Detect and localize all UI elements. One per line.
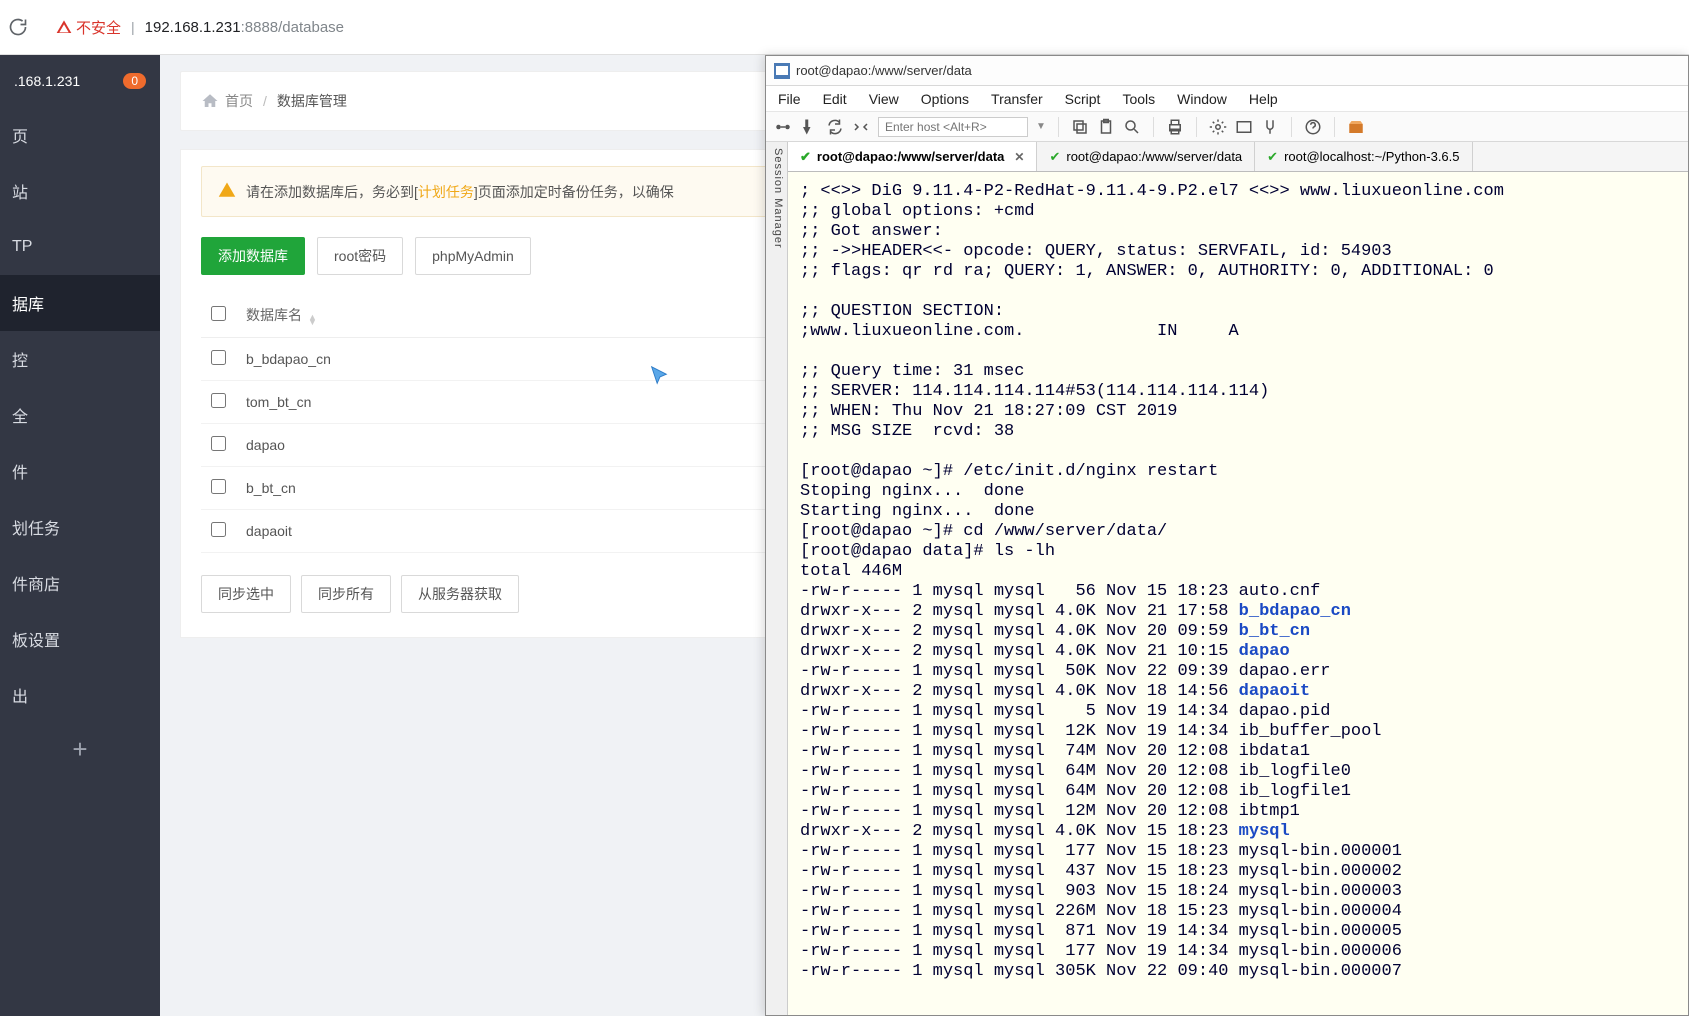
menu-item[interactable]: Help [1249,91,1278,107]
sidebar-item[interactable]: 站 [0,163,160,219]
disconnect-icon[interactable] [852,118,870,136]
phpmyadmin-button[interactable]: phpMyAdmin [415,237,531,275]
paste-icon[interactable] [1097,118,1115,136]
host-input[interactable] [878,117,1028,137]
check-icon: ✔ [1049,149,1060,165]
alert-text-after: ]页面添加定时备份任务，以确保 [474,182,674,202]
sidebar-item[interactable]: 件商店 [0,555,160,611]
close-icon[interactable]: ✕ [1014,150,1024,164]
sidebar-item[interactable]: 全 [0,387,160,443]
sidebar-item[interactable]: 板设置 [0,611,160,667]
breadcrumb-sep: / [263,93,267,109]
check-icon: ✔ [800,149,811,165]
sidebar-item[interactable]: 页 [0,107,160,163]
check-icon: ✔ [1267,149,1278,165]
connect-icon[interactable] [774,118,792,136]
settings-icon[interactable] [1209,118,1227,136]
dropdown-icon[interactable]: ▼ [1036,121,1046,132]
row-checkbox[interactable] [211,522,226,537]
menu-item[interactable]: Script [1065,91,1101,107]
secure-fx-icon[interactable] [1347,118,1365,136]
sidebar-item[interactable]: 件 [0,443,160,499]
server-ip: .168.1.231 [14,73,80,89]
breadcrumb-current: 数据库管理 [277,91,347,111]
menu-item[interactable]: Tools [1122,91,1155,107]
app-icon [774,63,790,79]
select-all-checkbox[interactable] [211,306,226,321]
reconnect-icon[interactable] [826,118,844,136]
sidebar-item[interactable]: 控 [0,331,160,387]
session-manager-tab[interactable]: Session Manager [766,142,788,1015]
toolbar: ▼ [766,112,1688,142]
session-options-icon[interactable] [1235,118,1253,136]
breadcrumb-home[interactable]: 首页 [225,91,253,111]
notif-badge[interactable]: 0 [123,73,146,89]
keymap-icon[interactable] [1261,118,1279,136]
insecure-badge: 不安全 [56,17,121,38]
row-checkbox[interactable] [211,479,226,494]
alert-link[interactable]: 计划任务 [418,182,474,202]
session-tab[interactable]: ✔ root@dapao:/www/server/data [1037,142,1255,171]
menu-item[interactable]: Edit [823,91,847,107]
tab-label: root@dapao:/www/server/data [1066,149,1242,164]
row-checkbox[interactable] [211,350,226,365]
terminal-window: root@dapao:/www/server/data File Edit View… [765,55,1689,1016]
menu-item[interactable]: Options [921,91,969,107]
window-title: root@dapao:/www/server/data [796,63,972,78]
sidebar-item[interactable]: 据库 [0,275,160,331]
find-icon[interactable] [1123,118,1141,136]
sync-all-button[interactable]: 同步所有 [301,575,391,613]
sidebar-item[interactable]: TP [0,219,160,275]
tab-label: root@localhost:~/Python-3.6.5 [1284,149,1459,164]
sidebar-item[interactable]: 划任务 [0,499,160,555]
fetch-from-server-button[interactable]: 从服务器获取 [401,575,519,613]
terminal-output[interactable]: ; <<>> DiG 9.11.4-P2-RedHat-9.11.4-9.P2.… [788,172,1688,1015]
sort-icon: ▲▼ [308,315,317,325]
sidebar-item[interactable]: 出 [0,667,160,723]
divider: | [131,19,135,35]
alert-text-before: 请在添加数据库后，务必到[ [246,182,418,202]
menu-item[interactable]: View [869,91,899,107]
browser-address-bar: 不安全 | 192.168.1.231:8888/database [0,0,1689,55]
row-checkbox[interactable] [211,436,226,451]
server-header: .168.1.231 0 [0,55,160,107]
session-tabs: ✔ root@dapao:/www/server/data ✕ ✔ root@dapao… [788,142,1688,172]
url-host: 192.168.1.231 [145,19,241,36]
home-icon[interactable] [201,92,219,110]
insecure-label: 不安全 [76,17,121,38]
add-database-button[interactable]: 添加数据库 [201,237,305,275]
sync-selected-button[interactable]: 同步选中 [201,575,291,613]
session-tab[interactable]: ✔ root@dapao:/www/server/data ✕ [788,142,1037,171]
sidebar: .168.1.231 0 页站TP据库控全件划任务件商店板设置出 + [0,55,160,1016]
add-tab-button[interactable]: + [0,723,160,775]
root-password-button[interactable]: root密码 [317,237,403,275]
row-checkbox[interactable] [211,393,226,408]
url-path: :8888/database [241,19,344,36]
menu-item[interactable]: Transfer [991,91,1043,107]
window-titlebar[interactable]: root@dapao:/www/server/data [766,56,1688,86]
copy-icon[interactable] [1071,118,1089,136]
menu-bar: File Edit View Options Transfer Script Tools Wi… [766,86,1688,112]
help-icon[interactable] [1304,118,1322,136]
session-tab[interactable]: ✔ root@localhost:~/Python-3.6.5 [1255,142,1472,171]
tab-label: root@dapao:/www/server/data [817,149,1005,164]
reload-icon[interactable] [8,17,28,37]
print-icon[interactable] [1166,118,1184,136]
url-display[interactable]: 192.168.1.231:8888/database [145,19,344,36]
quick-connect-icon[interactable] [800,118,818,136]
warning-icon [218,181,236,202]
menu-item[interactable]: Window [1177,91,1227,107]
menu-item[interactable]: File [778,91,801,107]
